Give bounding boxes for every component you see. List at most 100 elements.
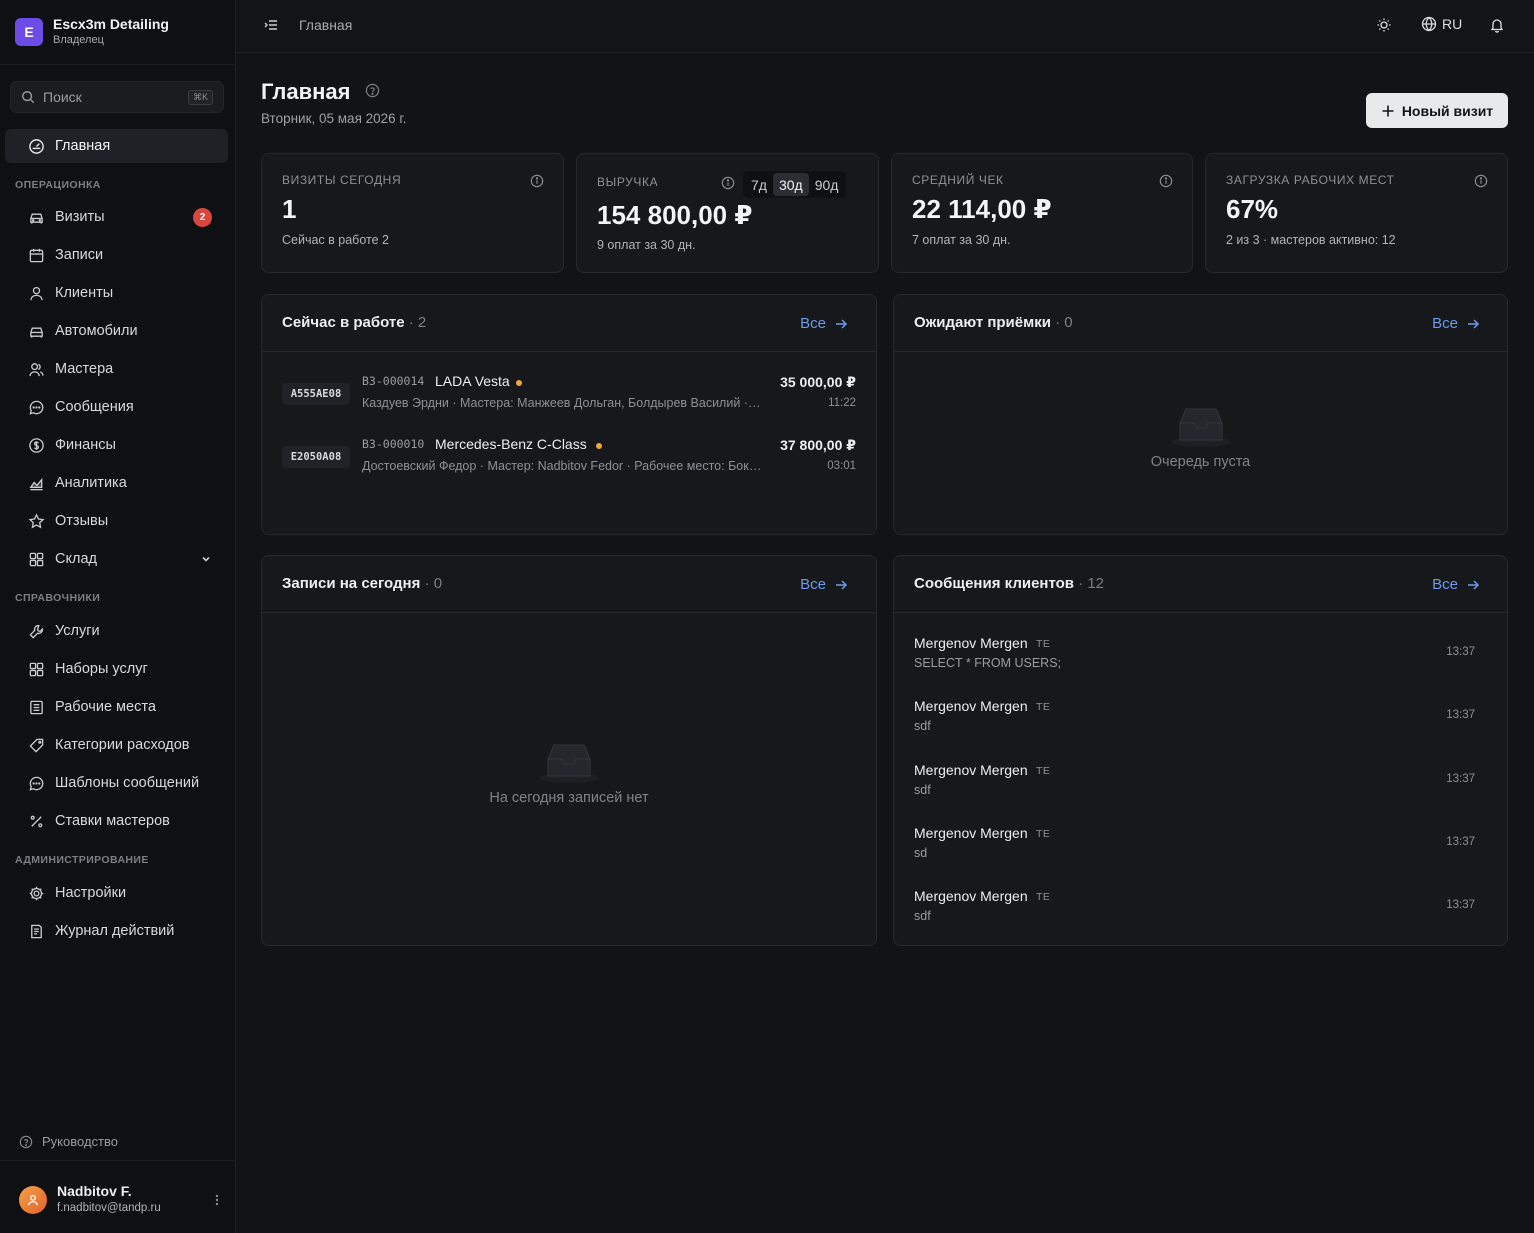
sidebar-item-reviews[interactable]: Отзывы [5, 504, 228, 538]
sidebar-item-label: Визиты [55, 209, 105, 225]
chevron-down-icon[interactable] [200, 553, 212, 565]
car-icon [27, 322, 45, 340]
sidebar-item-label: Мастера [55, 361, 114, 377]
sidebar-item-workplaces[interactable]: Рабочие места [5, 690, 228, 724]
period-90d[interactable]: 90д [809, 173, 845, 196]
info-icon[interactable] [721, 176, 735, 193]
sidebar-item-masters[interactable]: Мастера [5, 352, 228, 386]
view-all-label: Все [800, 576, 826, 593]
bell-icon [1490, 19, 1504, 33]
message-row[interactable]: Mergenov Mergen TE sd 13:37 [914, 825, 1475, 869]
license-plate: Е2050А08 [282, 446, 350, 468]
sidebar-item-finance[interactable]: Финансы [5, 428, 228, 462]
sidebar: E Escx3m Detailing Владелец Поиск ⌘K Гла… [0, 0, 236, 1233]
panel-count: · 12 [1078, 575, 1105, 592]
view-all-link[interactable]: Все [1432, 576, 1480, 593]
stat-label: Средний чек [912, 173, 1004, 187]
message-channel: TE [1036, 765, 1051, 777]
message-time: 13:37 [1446, 836, 1475, 848]
sun-icon [1377, 18, 1391, 32]
guide-link[interactable]: Руководство [19, 1134, 118, 1149]
language-label: RU [1442, 16, 1463, 32]
list-icon [27, 698, 45, 716]
message-author: Mergenov Mergen [914, 635, 1028, 651]
message-row[interactable]: Mergenov Mergen TE sdf 13:37 [914, 762, 1475, 806]
sidebar-item-expense-categories[interactable]: Категории расходов [5, 728, 228, 762]
sidebar-item-analytics[interactable]: Аналитика [5, 466, 228, 500]
brand[interactable]: E Escx3m Detailing Владелец [15, 16, 169, 48]
sidebar-item-cars[interactable]: Автомобили [5, 314, 228, 348]
view-all-label: Все [1432, 315, 1458, 332]
more-vertical-icon[interactable] [215, 1193, 219, 1207]
notifications-button[interactable] [1489, 17, 1505, 36]
sidebar-item-service-sets[interactable]: Наборы услуг [5, 652, 228, 686]
stat-sub: Сейчас в работе 2 [282, 233, 389, 247]
percent-icon [27, 812, 45, 830]
sidebar-item-message-templates[interactable]: Шаблоны сообщений [5, 766, 228, 800]
info-icon[interactable] [1474, 174, 1488, 191]
sidebar-item-master-rates[interactable]: Ставки мастеров [5, 804, 228, 838]
divider [0, 64, 236, 65]
theme-toggle-button[interactable] [1376, 17, 1392, 36]
view-all-link[interactable]: Все [1432, 315, 1480, 332]
visits-badge: 2 [193, 207, 212, 227]
view-all-link[interactable]: Все [800, 576, 848, 593]
message-row[interactable]: Mergenov Mergen TE sdf 13:37 [914, 698, 1475, 742]
calendar-icon [27, 246, 45, 264]
grid-icon [27, 660, 45, 678]
message-row[interactable]: Mergenov Mergen TE sdf 13:37 [914, 888, 1475, 932]
language-switcher[interactable]: RU [1421, 16, 1462, 32]
info-icon[interactable] [1159, 174, 1173, 191]
help-icon[interactable] [365, 83, 380, 101]
user-icon [27, 284, 45, 302]
sidebar-item-label: Отзывы [55, 513, 109, 529]
section-admin: Администрирование [15, 854, 149, 866]
message-time: 13:37 [1446, 709, 1475, 721]
chat-icon [27, 774, 45, 792]
view-all-label: Все [1432, 576, 1458, 593]
sidebar-item-label: Журнал действий [55, 923, 175, 939]
message-text: sdf [914, 783, 931, 797]
stat-value: 1 [282, 194, 297, 224]
panel-count: · 2 [408, 314, 427, 331]
view-all-link[interactable]: Все [800, 315, 848, 332]
search-input[interactable]: Поиск ⌘K [10, 81, 224, 113]
wrench-icon [27, 622, 45, 640]
sidebar-item-visits[interactable]: Визиты 2 [5, 200, 228, 234]
sidebar-item-services[interactable]: Услуги [5, 614, 228, 648]
chart-icon [27, 474, 45, 492]
panel-title: Сообщения клиентов [914, 575, 1074, 592]
sidebar-item-settings[interactable]: Настройки [5, 876, 228, 910]
sidebar-item-warehouse[interactable]: Склад [5, 542, 228, 576]
message-row[interactable]: Mergenov Mergen TE SELECT * FROM USERS; … [914, 635, 1475, 679]
arrow-right-icon [1468, 318, 1480, 329]
stat-card-revenue: Выручка 7д 30д 90д 154 800,00 ₽ 9 оплат … [576, 153, 879, 273]
period-selector: 7д 30д 90д [743, 171, 847, 198]
sidebar-toggle-button[interactable] [263, 17, 279, 36]
chat-icon [27, 398, 45, 416]
view-all-label: Все [800, 315, 826, 332]
sidebar-item-home[interactable]: Главная [5, 129, 228, 163]
sidebar-item-label: Настройки [55, 885, 127, 901]
visit-description: Достоевский Федор · Мастер: Nadbitov Fed… [362, 459, 762, 473]
period-7d[interactable]: 7д [745, 173, 773, 196]
sidebar-item-label: Наборы услуг [55, 661, 148, 677]
visit-car: LADA Vesta [435, 373, 510, 389]
sidebar-item-clients[interactable]: Клиенты [5, 276, 228, 310]
visit-row[interactable]: Е2050А08 В3-000010 Mercedes-Benz C-Class… [282, 436, 856, 486]
message-text: SELECT * FROM USERS; [914, 656, 1062, 670]
search-placeholder: Поиск [43, 89, 82, 105]
sidebar-item-label: Ставки мастеров [55, 813, 170, 829]
stat-value: 154 800,00 ₽ [597, 200, 753, 230]
sidebar-item-audit-log[interactable]: Журнал действий [5, 914, 228, 948]
info-icon[interactable] [530, 174, 544, 191]
sidebar-item-messages[interactable]: Сообщения [5, 390, 228, 424]
period-30d[interactable]: 30д [772, 173, 809, 196]
arrow-right-icon [1468, 579, 1480, 590]
sidebar-item-bookings[interactable]: Записи [5, 238, 228, 272]
user-profile[interactable]: Nadbitov F. f.nadbitov@tandp.ru [19, 1183, 219, 1216]
sidebar-item-label: Сообщения [55, 399, 134, 415]
user-icon [27, 1194, 39, 1205]
visit-row[interactable]: А555АЕ08 В3-000014 LADA Vesta Каздуев Эр… [282, 373, 856, 423]
new-visit-button[interactable]: Новый визит [1366, 93, 1508, 128]
